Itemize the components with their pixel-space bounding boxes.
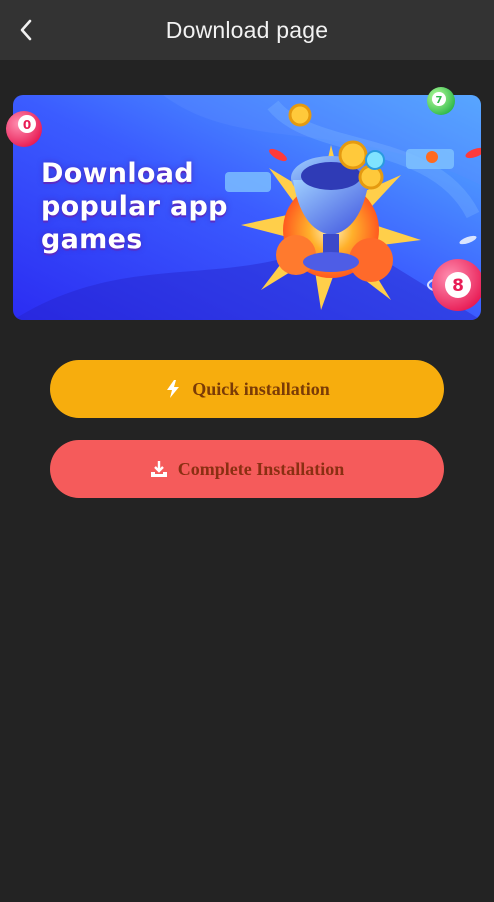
promo-banner: 8 Download popular app games [13, 95, 481, 320]
quick-installation-button[interactable]: Quick installation [50, 360, 444, 418]
lottery-ball-icon: 7 [427, 87, 455, 115]
download-tray-icon [150, 460, 168, 478]
page-title: Download page [165, 16, 329, 43]
banner-headline: Download popular app games [41, 158, 228, 255]
svg-text:7: 7 [436, 95, 443, 106]
top-bar: Download page [0, 0, 494, 60]
lottery-ball-icon: 0 [6, 111, 42, 147]
svg-text:0: 0 [23, 118, 31, 132]
lightning-icon [164, 380, 182, 398]
chevron-left-icon[interactable] [18, 19, 34, 41]
ball-number: 8 [452, 276, 464, 296]
quick-installation-label: Quick installation [192, 378, 330, 399]
complete-installation-button[interactable]: Complete Installation [50, 440, 444, 498]
complete-installation-label: Complete Installation [177, 458, 345, 479]
back-button[interactable] [10, 14, 42, 46]
